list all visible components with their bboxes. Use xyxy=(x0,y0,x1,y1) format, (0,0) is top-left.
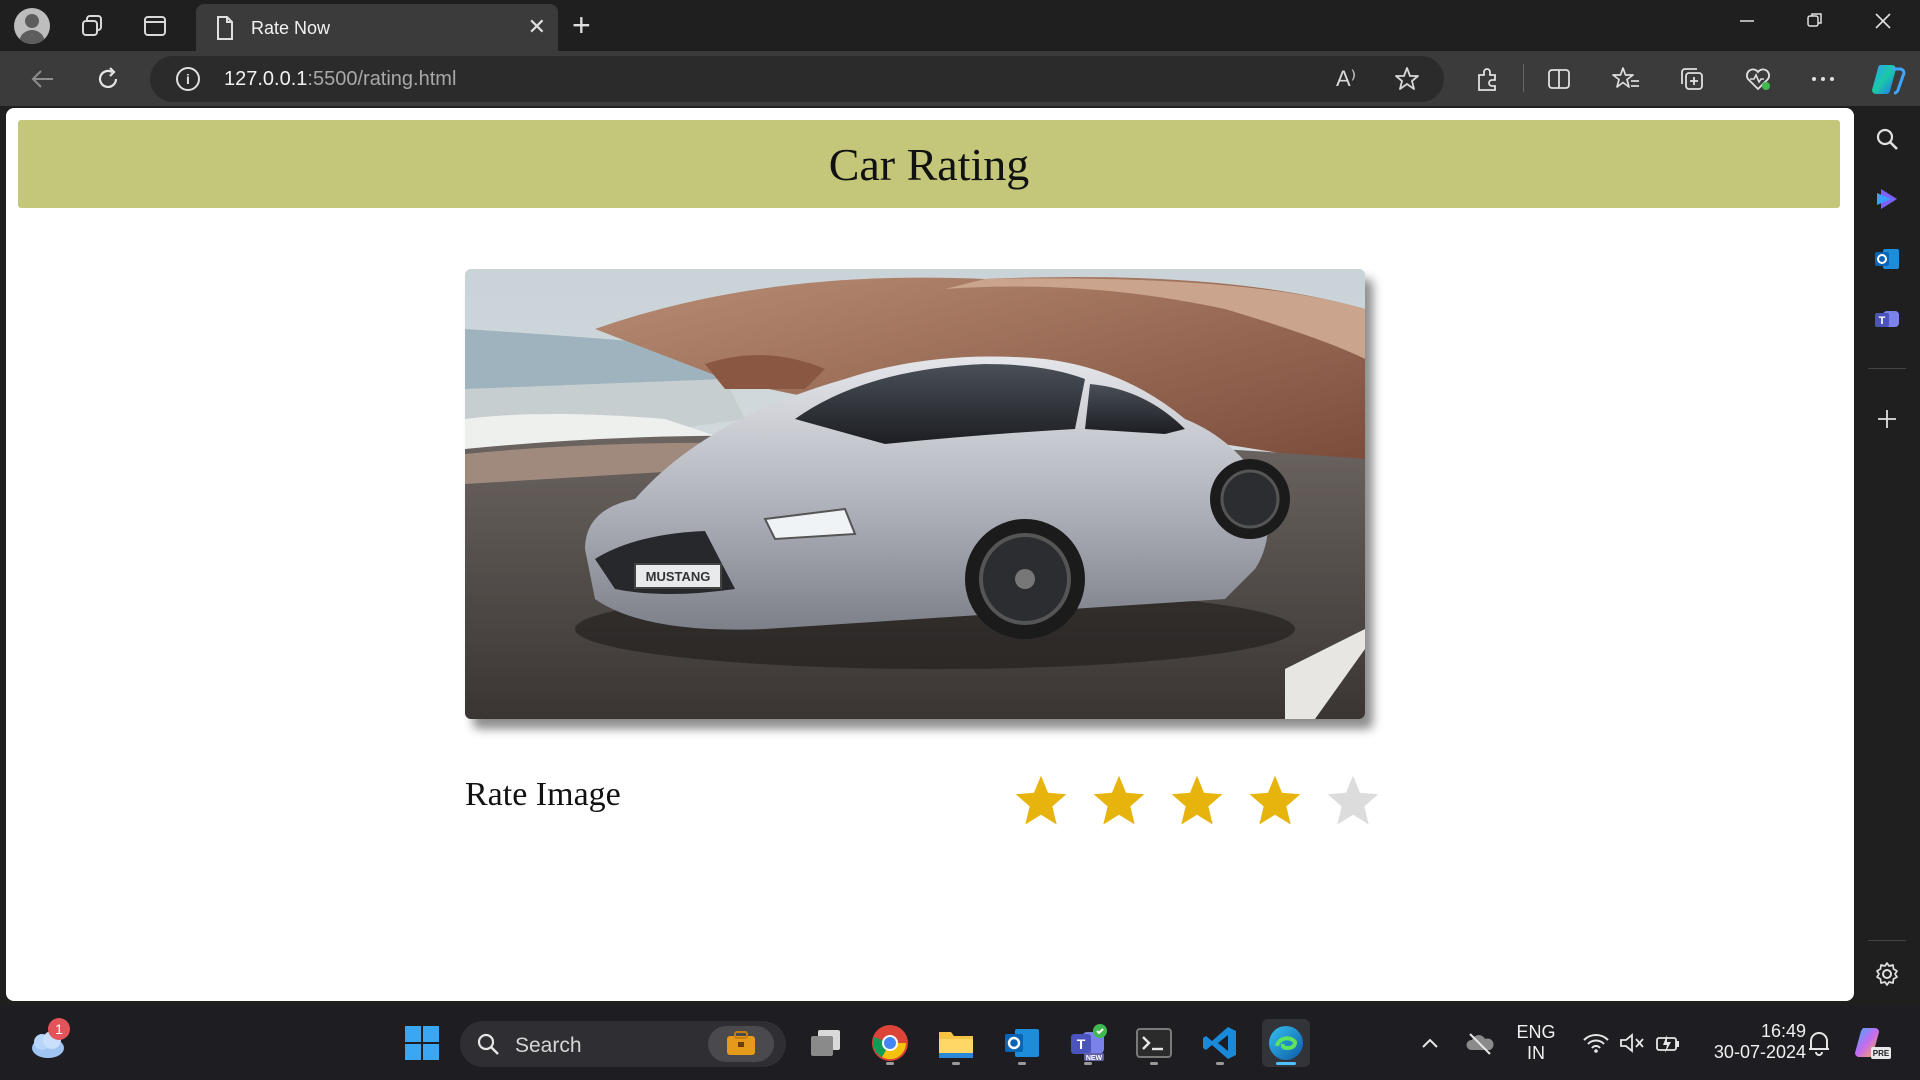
star-4-icon[interactable] xyxy=(1246,772,1304,830)
copilot-sidebar-icon[interactable] xyxy=(1872,184,1902,214)
workspaces-icon[interactable] xyxy=(74,8,110,44)
running-indicator xyxy=(1018,1062,1026,1065)
svg-text:NEW: NEW xyxy=(1086,1055,1103,1062)
rate-image-label: Rate Image xyxy=(465,776,621,813)
browser-titlebar: Rate Now ✕ + xyxy=(0,0,1920,51)
sidebar-divider-bottom xyxy=(1868,940,1906,941)
edge-sidebar: T xyxy=(1854,106,1920,1006)
notification-bell-icon[interactable] xyxy=(1795,1019,1843,1067)
system-tray-quick-settings[interactable] xyxy=(1568,1019,1696,1067)
page-icon xyxy=(216,16,234,45)
running-indicator xyxy=(1084,1062,1092,1065)
edge-browser-icon[interactable] xyxy=(1262,1019,1310,1067)
refresh-icon[interactable] xyxy=(94,65,122,93)
close-window-button[interactable] xyxy=(1874,10,1892,36)
close-tab-icon[interactable]: ✕ xyxy=(528,14,546,40)
weather-notification-badge: 1 xyxy=(48,1018,70,1040)
start-menu-icon[interactable] xyxy=(398,1019,446,1067)
restore-button[interactable] xyxy=(1806,10,1824,36)
svg-text:T: T xyxy=(1879,315,1886,327)
tab-rate-now[interactable]: Rate Now ✕ xyxy=(196,4,558,51)
page-viewport: Car Rating MUSTANG Rate Image xyxy=(6,108,1854,1001)
car-photo: MUSTANG xyxy=(465,269,1365,719)
search-placeholder: Search xyxy=(515,1034,582,1057)
browser-toolbar: i 127.0.0.1:5500/rating.html A⁾ xyxy=(0,51,1920,106)
read-aloud-icon[interactable]: A⁾ xyxy=(1336,66,1356,92)
svg-text:PRE: PRE xyxy=(1873,1049,1890,1058)
search-glass-icon xyxy=(476,1032,500,1061)
copilot-pre-icon[interactable]: PRE xyxy=(1848,1019,1896,1067)
page-title: Car Rating xyxy=(828,138,1030,190)
star-rating[interactable] xyxy=(1012,772,1382,836)
site-info-icon[interactable]: i xyxy=(176,67,200,91)
language-indicator[interactable]: ENG IN xyxy=(1508,1022,1564,1064)
wifi-icon xyxy=(1583,1034,1609,1053)
file-explorer-icon[interactable] xyxy=(932,1019,980,1067)
address-bar[interactable]: i 127.0.0.1:5500/rating.html A⁾ xyxy=(150,56,1444,102)
onedrive-offline-icon[interactable] xyxy=(1456,1019,1504,1067)
search-highlight-icon xyxy=(708,1026,774,1062)
active-indicator xyxy=(1276,1062,1296,1065)
more-options-icon[interactable] xyxy=(1808,64,1838,94)
copilot-icon[interactable] xyxy=(1870,61,1906,97)
speaker-muted-icon xyxy=(1620,1033,1644,1053)
minimize-button[interactable] xyxy=(1738,10,1756,36)
url-text[interactable]: 127.0.0.1:5500/rating.html xyxy=(224,68,456,91)
star-1-icon[interactable] xyxy=(1012,772,1070,830)
teams-icon[interactable]: T xyxy=(1872,304,1902,334)
running-indicator xyxy=(952,1062,960,1065)
running-indicator xyxy=(1150,1062,1158,1065)
language-code: ENG xyxy=(1516,1022,1556,1042)
task-view-icon[interactable] xyxy=(802,1019,850,1067)
battery-charging-icon xyxy=(1656,1035,1679,1053)
back-arrow-icon[interactable] xyxy=(28,65,56,93)
clock-date: 30-07-2024 xyxy=(1713,1042,1806,1062)
star-5-icon[interactable] xyxy=(1324,772,1382,830)
search-icon[interactable] xyxy=(1872,124,1902,154)
toolbar-divider xyxy=(1523,64,1524,92)
svg-text:MUSTANG: MUSTANG xyxy=(646,569,711,584)
region-code: IN xyxy=(1527,1043,1545,1063)
favorite-star-icon[interactable] xyxy=(1394,66,1420,98)
chrome-icon[interactable] xyxy=(866,1019,914,1067)
extensions-icon[interactable] xyxy=(1472,64,1502,94)
taskbar-search[interactable]: Search xyxy=(460,1021,786,1067)
running-indicator xyxy=(1216,1062,1224,1065)
svg-text:T: T xyxy=(1077,1036,1086,1052)
vscode-icon[interactable] xyxy=(1196,1019,1244,1067)
running-indicator xyxy=(886,1062,894,1065)
favorites-icon[interactable] xyxy=(1611,64,1641,94)
show-hidden-icons-chevron-icon[interactable] xyxy=(1406,1019,1454,1067)
settings-gear-icon[interactable] xyxy=(1872,959,1902,989)
tab-actions-icon[interactable] xyxy=(137,8,173,44)
teams-app-icon[interactable]: T NEW xyxy=(1064,1019,1112,1067)
star-3-icon[interactable] xyxy=(1168,772,1226,830)
terminal-icon[interactable] xyxy=(1130,1019,1178,1067)
windows-taskbar: 1 Search T NEW ENG IN 16:49 30-07-2024 P… xyxy=(0,1006,1920,1080)
sidebar-divider xyxy=(1868,368,1906,369)
clock-time: 16:49 xyxy=(1760,1021,1806,1041)
outlook-app-icon[interactable] xyxy=(998,1019,1046,1067)
clock[interactable]: 16:49 30-07-2024 xyxy=(1700,1021,1806,1063)
tab-title: Rate Now xyxy=(251,18,331,38)
add-icon[interactable] xyxy=(1872,404,1902,434)
new-tab-button[interactable]: + xyxy=(572,8,591,42)
star-2-icon[interactable] xyxy=(1090,772,1148,830)
page-header: Car Rating xyxy=(18,120,1840,208)
browser-essentials-icon[interactable] xyxy=(1743,64,1773,94)
profile-avatar[interactable] xyxy=(14,8,50,44)
split-screen-icon[interactable] xyxy=(1544,64,1574,94)
collections-icon[interactable] xyxy=(1677,64,1707,94)
outlook-icon[interactable] xyxy=(1872,244,1902,274)
